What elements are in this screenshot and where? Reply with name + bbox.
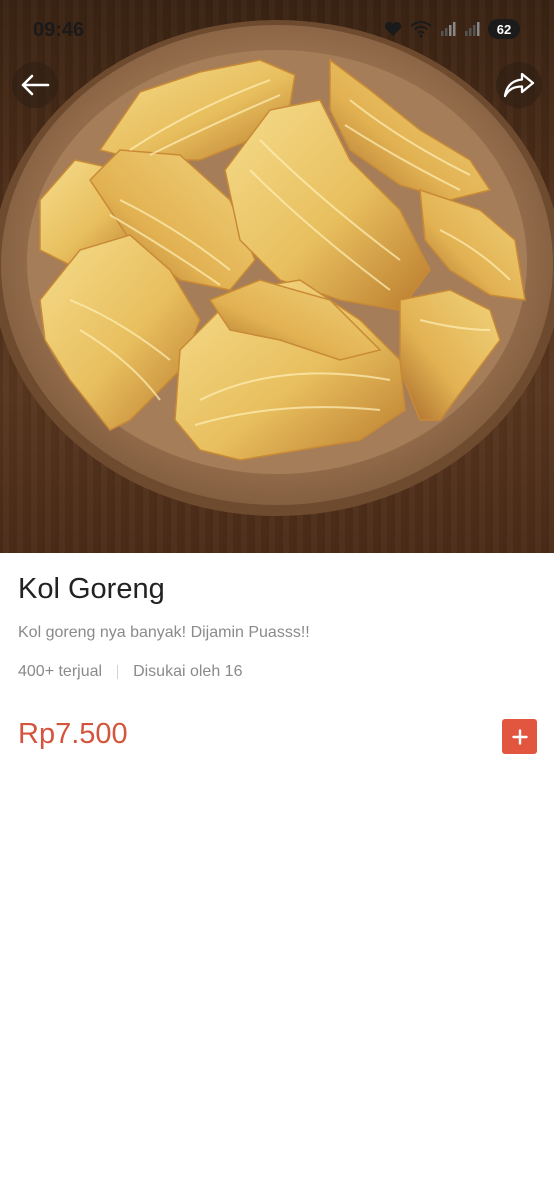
share-button[interactable] — [496, 62, 542, 108]
add-to-cart-button[interactable] — [502, 719, 537, 754]
divider — [117, 665, 119, 679]
share-icon — [503, 72, 535, 98]
product-price: Rp7.500 — [18, 718, 128, 750]
status-bar: 09:46 62 — [0, 0, 554, 60]
status-time: 09:46 — [33, 19, 85, 41]
sold-count: 400+ terjual — [18, 663, 103, 680]
signal-icon — [440, 21, 456, 37]
wifi-icon — [410, 20, 432, 38]
arrow-left-icon — [21, 74, 50, 96]
product-detail-screen: 09:46 62 Kol Goreng Kol goreng nya banya… — [0, 0, 554, 1200]
battery-icon: 62 — [488, 19, 520, 39]
plus-icon — [511, 728, 528, 745]
back-button[interactable] — [12, 62, 58, 108]
product-stats: 400+ terjual Disukai oleh 16 — [18, 663, 242, 681]
signal-icon — [464, 21, 480, 37]
liked-count: Disukai oleh 16 — [133, 663, 243, 680]
product-image — [0, 0, 554, 553]
status-icons: 62 — [384, 19, 520, 39]
fried-cabbage-bowl-illustration — [0, 20, 554, 516]
product-description: Kol goreng nya banyak! Dijamin Puasss!! — [18, 624, 310, 641]
product-title: Kol Goreng — [18, 573, 165, 605]
heart-icon — [384, 21, 402, 37]
